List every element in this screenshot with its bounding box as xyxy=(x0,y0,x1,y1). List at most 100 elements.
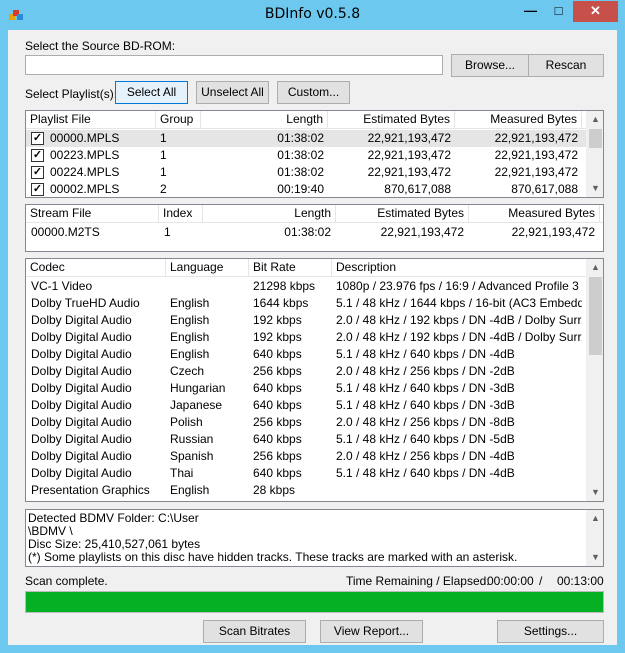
table-row[interactable]: ✓ 00000.MPLS 1 01:38:02 22,921,193,472 2… xyxy=(26,130,586,147)
table-row[interactable]: Dolby Digital Audio English 192 kbps 2.0 / … xyxy=(26,312,586,329)
playlist-checkbox[interactable]: ✓ xyxy=(31,166,44,179)
log-line: Disc Size: 25,410,527,061 bytes xyxy=(28,538,201,551)
scroll-up-icon[interactable]: ▲ xyxy=(587,510,603,527)
table-row[interactable]: Dolby Digital Audio Spanish 256 kbps 2.0 / … xyxy=(26,448,586,465)
table-row[interactable]: Dolby Digital Audio Polish 256 kbps 2.0 / 4… xyxy=(26,414,586,431)
table-row[interactable]: Dolby Digital Audio Czech 256 kbps 2.0 / 48… xyxy=(26,363,586,380)
header-stream-estimated[interactable]: Estimated Bytes xyxy=(336,205,469,223)
rescan-button[interactable]: Rescan xyxy=(528,54,604,77)
codec-bitrate: 640 kbps xyxy=(253,381,302,395)
codec-name: Dolby Digital Audio xyxy=(31,381,132,395)
table-row[interactable]: ✓ 00002.MPLS 2 00:19:40 870,617,088 870,… xyxy=(26,181,586,197)
log-textbox[interactable]: Detected BDMV Folder: C:\User \BDMV \ Di… xyxy=(25,509,604,567)
status-text: Scan complete. xyxy=(25,574,108,588)
codec-name: Dolby Digital Audio xyxy=(31,347,132,361)
table-row[interactable]: VC-1 Video 21298 kbps 1080p / 23.976 fps /… xyxy=(26,278,586,295)
playlist-checkbox[interactable]: ✓ xyxy=(31,132,44,145)
codec-description: 2.0 / 48 kHz / 192 kbps / DN -4dB / Dolb… xyxy=(336,313,582,327)
scroll-up-icon[interactable]: ▲ xyxy=(587,111,603,128)
header-bit-rate[interactable]: Bit Rate xyxy=(249,259,332,277)
header-codec[interactable]: Codec xyxy=(26,259,166,277)
codec-language: English xyxy=(170,347,210,361)
scroll-down-icon[interactable]: ▼ xyxy=(587,180,603,197)
playlist-checkbox[interactable]: ✓ xyxy=(31,149,44,162)
codec-header: Codec Language Bit Rate Description xyxy=(26,259,586,277)
playlist-checkbox[interactable]: ✓ xyxy=(31,183,44,196)
header-measured-bytes[interactable]: Measured Bytes xyxy=(455,111,582,129)
codec-language: English xyxy=(170,483,210,497)
header-playlist-file[interactable]: Playlist File xyxy=(26,111,156,129)
view-report-button[interactable]: View Report... xyxy=(320,620,423,643)
codec-name: VC-1 Video xyxy=(31,279,93,293)
settings-button[interactable]: Settings... xyxy=(497,620,604,643)
table-row[interactable]: Dolby Digital Audio English 640 kbps 5.1 / … xyxy=(26,346,586,363)
codec-name: Dolby Digital Audio xyxy=(31,449,132,463)
maximize-button[interactable]: □ xyxy=(545,1,572,22)
select-all-button[interactable]: Select All xyxy=(115,81,188,104)
stream-header: Stream File Index Length Estimated Bytes… xyxy=(26,205,603,223)
log-line: Detected BDMV Folder: C:\User xyxy=(28,512,199,525)
codec-language: Czech xyxy=(170,364,205,378)
table-row[interactable]: ✓ 00223.MPLS 1 01:38:02 22,921,193,472 2… xyxy=(26,147,586,164)
codec-description: 5.1 / 48 kHz / 640 kbps / DN -4dB xyxy=(336,466,515,480)
playlist-measured: 870,617,088 xyxy=(511,182,578,196)
log-line: \BDMV \ xyxy=(28,525,73,538)
table-row[interactable]: Dolby Digital Audio Japanese 640 kbps 5.1 /… xyxy=(26,397,586,414)
codec-name: Dolby Digital Audio xyxy=(31,330,132,344)
source-label: Select the Source BD-ROM: xyxy=(25,39,176,53)
header-index[interactable]: Index xyxy=(159,205,203,223)
codec-description: 2.0 / 48 kHz / 256 kbps / DN -2dB xyxy=(336,364,515,378)
codec-scrollbar[interactable]: ▲ ▼ xyxy=(586,259,603,501)
header-stream-file[interactable]: Stream File xyxy=(26,205,159,223)
codec-name: Dolby Digital Audio xyxy=(31,415,132,429)
header-description[interactable]: Description xyxy=(332,259,586,277)
table-row[interactable]: Dolby Digital Audio Russian 640 kbps 5.1 / … xyxy=(26,431,586,448)
codec-bitrate: 256 kbps xyxy=(253,449,302,463)
codec-list[interactable]: Codec Language Bit Rate Description VC-1… xyxy=(25,258,604,502)
codec-language: Thai xyxy=(170,466,194,480)
unselect-all-button[interactable]: Unselect All xyxy=(196,81,269,104)
custom-button[interactable]: Custom... xyxy=(277,81,350,104)
scroll-up-icon[interactable]: ▲ xyxy=(587,259,603,276)
header-stream-measured[interactable]: Measured Bytes xyxy=(469,205,600,223)
header-language[interactable]: Language xyxy=(166,259,249,277)
playlist-group: 1 xyxy=(160,148,167,162)
playlist-estimated: 22,921,193,472 xyxy=(367,131,451,145)
scroll-thumb[interactable] xyxy=(589,129,602,148)
table-row[interactable]: Dolby Digital Audio Hungarian 640 kbps 5.1 … xyxy=(26,380,586,397)
playlist-list[interactable]: Playlist File Group Length Estimated Byt… xyxy=(25,110,604,198)
scroll-down-icon[interactable]: ▼ xyxy=(587,484,603,501)
codec-bitrate: 640 kbps xyxy=(253,466,302,480)
table-row[interactable]: Dolby TrueHD Audio English 1644 kbps 5.1 / … xyxy=(26,295,586,312)
select-playlists-label: Select Playlist(s): xyxy=(25,87,118,101)
playlist-length: 00:19:40 xyxy=(277,182,324,196)
playlist-measured: 22,921,193,472 xyxy=(494,148,578,162)
codec-bitrate: 1644 kbps xyxy=(253,296,309,310)
codec-language: Spanish xyxy=(170,449,214,463)
header-group[interactable]: Group xyxy=(156,111,201,129)
codec-name: Dolby Digital Audio xyxy=(31,432,132,446)
source-path-input[interactable] xyxy=(25,55,443,75)
codec-description: 5.1 / 48 kHz / 640 kbps / DN -3dB xyxy=(336,381,515,395)
table-row[interactable]: 00000.M2TS 1 01:38:02 22,921,193,472 22,… xyxy=(26,224,603,241)
minimize-button[interactable]: — xyxy=(517,1,544,22)
table-row[interactable]: ✓ 00224.MPLS 1 01:38:02 22,921,193,472 2… xyxy=(26,164,586,181)
scroll-thumb[interactable] xyxy=(589,277,602,355)
table-row[interactable]: Dolby Digital Audio Thai 640 kbps 5.1 / 48 … xyxy=(26,465,586,482)
header-stream-length[interactable]: Length xyxy=(203,205,336,223)
title-bar[interactable]: BDInfo v0.5.8 — □ ✕ xyxy=(0,0,625,30)
table-row[interactable]: Dolby Digital Audio English 192 kbps 2.0 / … xyxy=(26,329,586,346)
table-row[interactable]: Presentation Graphics English 28 kbps xyxy=(26,482,586,499)
time-label: Time Remaining / Elapsed: xyxy=(346,574,490,588)
close-button[interactable]: ✕ xyxy=(573,1,618,22)
stream-file-list[interactable]: Stream File Index Length Estimated Bytes… xyxy=(25,204,604,252)
header-estimated-bytes[interactable]: Estimated Bytes xyxy=(328,111,455,129)
log-scrollbar[interactable]: ▲ ▼ xyxy=(586,510,603,566)
scroll-down-icon[interactable]: ▼ xyxy=(587,549,603,566)
browse-button[interactable]: Browse... xyxy=(451,54,529,77)
playlist-group: 2 xyxy=(160,182,167,196)
header-length[interactable]: Length xyxy=(201,111,328,129)
playlist-scrollbar[interactable]: ▲ ▼ xyxy=(586,111,603,197)
scan-bitrates-button[interactable]: Scan Bitrates xyxy=(203,620,306,643)
playlist-estimated: 22,921,193,472 xyxy=(367,165,451,179)
